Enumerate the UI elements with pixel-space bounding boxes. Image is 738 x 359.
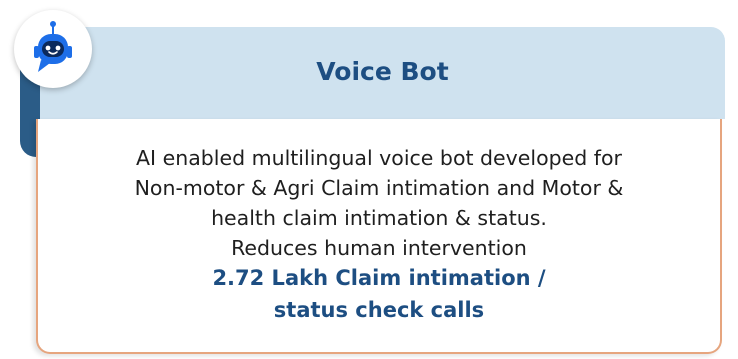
description-line: health claim intimation & status.: [211, 206, 547, 230]
description-line: AI enabled multilingual voice bot develo…: [136, 146, 622, 170]
card-title: Voice Bot: [316, 57, 449, 86]
card-highlight-stat: 2.72 Lakh Claim intimation / status chec…: [58, 262, 700, 326]
card-description: AI enabled multilingual voice bot develo…: [58, 143, 700, 263]
highlight-line: status check calls: [273, 298, 485, 322]
highlight-line: 2.72 Lakh Claim intimation /: [212, 266, 546, 290]
description-line: Non-motor & Agri Claim intimation and Mo…: [134, 176, 624, 200]
card-header: Voice Bot: [40, 27, 725, 119]
bot-badge: [14, 10, 92, 88]
robot-icon: [34, 21, 72, 72]
description-line: Reduces human intervention: [231, 236, 527, 260]
voice-bot-card-container: Voice Bot AI enabled multilingual voice …: [0, 0, 738, 359]
card-body: AI enabled multilingual voice bot develo…: [36, 119, 722, 354]
